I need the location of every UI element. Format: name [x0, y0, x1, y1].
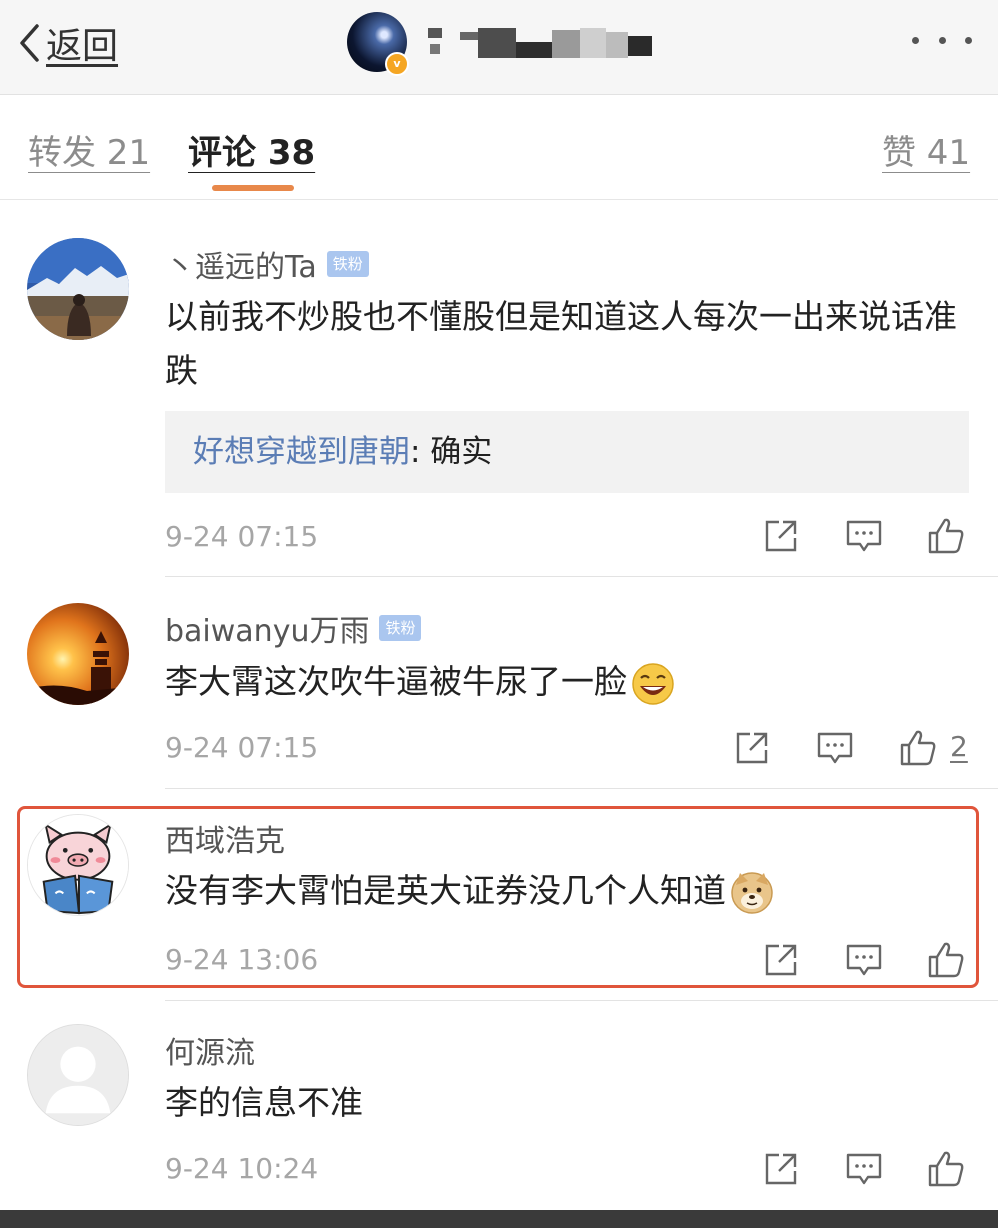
commenter-name[interactable]: 何源流 — [165, 1028, 255, 1072]
share-icon — [765, 520, 797, 552]
reply-button[interactable] — [815, 728, 855, 768]
commenter-name-text: baiwanyu万雨 — [165, 614, 370, 649]
commenter-name-text: 丶遥远的Ta — [165, 250, 317, 285]
reply-preview[interactable]: 好想穿越到唐朝: 确实 — [165, 411, 969, 493]
tab-like[interactable]: 赞 41 — [882, 125, 970, 174]
comment-icon — [817, 732, 853, 764]
commenter-name[interactable]: baiwanyu万雨 铁粉 — [165, 606, 422, 650]
fan-badge: 铁粉 — [326, 251, 369, 277]
poster-avatar[interactable]: v — [347, 12, 409, 76]
share-icon — [765, 1153, 797, 1185]
comment-text: 李大霄这次吹牛逼被牛尿了一脸 — [165, 655, 975, 709]
thumbs-up-icon — [900, 730, 936, 766]
avatar[interactable] — [27, 603, 129, 705]
commenter-name[interactable]: 丶遥远的Ta 铁粉 — [165, 242, 369, 286]
bottom-bar — [0, 1210, 998, 1228]
tab-repost[interactable]: 转发 21 — [28, 125, 150, 174]
share-button[interactable] — [732, 728, 772, 768]
share-button[interactable] — [761, 1149, 801, 1189]
like-button[interactable] — [926, 1149, 966, 1189]
comment-text: 李的信息不准 — [165, 1083, 363, 1122]
more-options-button[interactable] — [912, 30, 972, 50]
top-bar: 返回 v — [0, 0, 998, 95]
thumbs-up-icon — [928, 518, 964, 554]
tab-bar: 转发 21 评论 38 赞 41 — [0, 95, 998, 200]
share-button[interactable] — [761, 516, 801, 556]
reply-button[interactable] — [844, 1149, 884, 1189]
highlight-frame — [17, 806, 979, 988]
comment-time: 9-24 07:15 — [165, 520, 319, 553]
fan-badge: 铁粉 — [379, 615, 422, 641]
comment-text-content: 李大霄这次吹牛逼被牛尿了一脸 — [165, 662, 627, 701]
avatar[interactable] — [27, 1024, 129, 1126]
comment-item: 丶遥远的Ta 铁粉 以前我不炒股也不懂股但是知道这人每次一出来说话准跌 好想穿越… — [0, 200, 998, 578]
verified-badge-icon: v — [385, 52, 409, 76]
commenter-name-text: 何源流 — [165, 1036, 255, 1071]
poster-name-blurred[interactable] — [420, 22, 655, 62]
back-label: 返回 — [46, 26, 119, 67]
back-button[interactable]: 返回 — [18, 18, 118, 68]
like-button[interactable] — [926, 516, 966, 556]
chevron-left-icon — [20, 24, 39, 62]
comment-icon — [846, 520, 882, 552]
thumbs-up-icon — [928, 1151, 964, 1187]
comment-icon — [846, 1153, 882, 1185]
comment-item: 何源流 李的信息不准 9-24 10:24 — [0, 1002, 998, 1210]
avatar[interactable] — [27, 238, 129, 340]
dot-icon — [912, 36, 919, 44]
default-avatar-icon — [28, 1025, 128, 1125]
comment-time: 9-24 07:15 — [165, 731, 319, 764]
like-count[interactable]: 2 — [950, 730, 968, 763]
reply-button[interactable] — [844, 516, 884, 556]
reply-text: : 确实 — [410, 434, 493, 470]
active-tab-indicator — [212, 185, 294, 191]
dot-icon — [938, 36, 946, 44]
tab-comment[interactable]: 评论 38 — [188, 125, 315, 174]
comment-time: 9-24 10:24 — [165, 1152, 319, 1185]
like-button[interactable] — [898, 728, 938, 768]
laughing-emoji-icon — [632, 662, 674, 705]
share-icon — [736, 732, 768, 764]
reply-author[interactable]: 好想穿越到唐朝 — [193, 434, 410, 470]
comment-divider — [165, 788, 998, 789]
comment-item: baiwanyu万雨 铁粉 李大霄这次吹牛逼被牛尿了一脸 9-24 07:15 … — [0, 578, 998, 790]
comment-divider — [165, 576, 998, 577]
dot-icon — [965, 36, 972, 44]
comment-text: 以前我不炒股也不懂股但是知道这人每次一出来说话准跌 — [165, 297, 957, 390]
comment-divider — [165, 1000, 998, 1001]
